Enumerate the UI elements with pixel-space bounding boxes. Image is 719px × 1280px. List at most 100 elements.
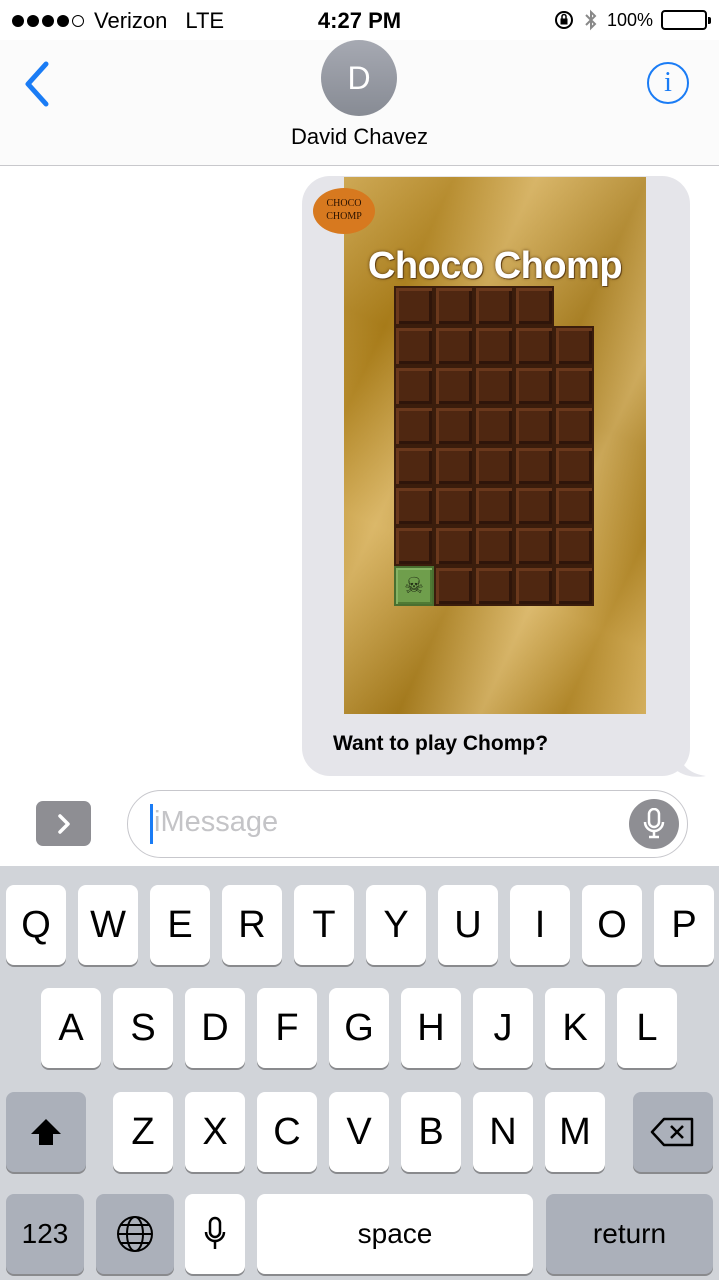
chocolate-square[interactable] — [554, 486, 594, 526]
chocolate-square[interactable] — [514, 526, 554, 566]
key-h[interactable]: H — [401, 988, 461, 1068]
key-a[interactable]: A — [41, 988, 101, 1068]
key-g[interactable]: G — [329, 988, 389, 1068]
avatar-initial: D — [347, 59, 371, 96]
shift-key[interactable] — [6, 1092, 86, 1172]
chocolate-square[interactable] — [514, 486, 554, 526]
shift-icon — [31, 1119, 61, 1145]
return-key[interactable]: return — [546, 1194, 713, 1274]
globe-key[interactable] — [96, 1194, 174, 1274]
chocolate-square[interactable] — [474, 446, 514, 486]
key-x[interactable]: X — [185, 1092, 245, 1172]
bubble-tail — [676, 752, 706, 777]
app-badge-word: CHOMP — [326, 211, 362, 222]
chocolate-square[interactable] — [514, 366, 554, 406]
key-u[interactable]: U — [438, 885, 498, 965]
info-icon: i — [664, 67, 672, 98]
chocolate-square[interactable] — [474, 486, 514, 526]
key-e[interactable]: E — [150, 885, 210, 965]
key-s[interactable]: S — [113, 988, 173, 1068]
battery-percent: 100% — [606, 9, 653, 30]
chocolate-square[interactable] — [434, 566, 474, 606]
back-button[interactable] — [20, 60, 56, 108]
chocolate-square[interactable] — [474, 566, 514, 606]
app-drawer-button[interactable] — [36, 801, 91, 846]
text-cursor — [150, 804, 153, 844]
contact-avatar[interactable]: D — [321, 40, 397, 116]
chocolate-square[interactable] — [474, 326, 514, 366]
chocolate-square[interactable] — [554, 326, 594, 366]
chocolate-square[interactable] — [474, 366, 514, 406]
bluetooth-icon — [585, 9, 597, 31]
battery-icon — [661, 10, 711, 30]
chocolate-square[interactable] — [394, 406, 434, 446]
key-m[interactable]: M — [545, 1092, 605, 1172]
key-y[interactable]: Y — [366, 885, 426, 965]
poison-square[interactable]: ☠ — [394, 566, 434, 606]
chocolate-square[interactable] — [514, 446, 554, 486]
chocolate-square[interactable] — [554, 526, 594, 566]
status-right: 100% — [553, 8, 711, 32]
chocolate-square[interactable] — [474, 406, 514, 446]
key-v[interactable]: V — [329, 1092, 389, 1172]
chocolate-square[interactable] — [514, 286, 554, 326]
key-p[interactable]: P — [654, 885, 714, 965]
chocolate-square[interactable] — [394, 366, 434, 406]
chocolate-square[interactable] — [434, 406, 474, 446]
chocolate-square[interactable] — [554, 406, 594, 446]
chocolate-square[interactable] — [554, 446, 594, 486]
chocolate-square[interactable] — [434, 326, 474, 366]
status-bar: Verizon LTE 4:27 PM 100% — [0, 0, 719, 40]
space-key[interactable]: space — [257, 1194, 533, 1274]
delete-key[interactable] — [633, 1092, 713, 1172]
key-q[interactable]: Q — [6, 885, 66, 965]
key-w[interactable]: W — [78, 885, 138, 965]
info-button[interactable]: i — [647, 62, 689, 104]
numbers-key[interactable]: 123 — [6, 1194, 84, 1274]
chocolate-square[interactable] — [434, 446, 474, 486]
key-j[interactable]: J — [473, 988, 533, 1068]
dictation-button[interactable] — [629, 799, 679, 849]
chocolate-square[interactable] — [394, 326, 434, 366]
chocolate-square[interactable] — [394, 526, 434, 566]
message-caption: Want to play Chomp? — [333, 732, 549, 755]
delete-icon — [650, 1117, 694, 1147]
key-t[interactable]: T — [294, 885, 354, 965]
keyboard: Q W E R T Y U I O P A S D F G H J K L Z X C V B N M 123 space return — [0, 866, 719, 1280]
key-l[interactable]: L — [617, 988, 677, 1068]
chocolate-square[interactable] — [394, 486, 434, 526]
key-d[interactable]: D — [185, 988, 245, 1068]
game-preview-image[interactable]: Choco Chomp ☠ — [344, 177, 646, 714]
rotation-lock-icon — [554, 11, 573, 29]
key-f[interactable]: F — [257, 988, 317, 1068]
dictation-key[interactable] — [185, 1194, 245, 1274]
chocolate-square[interactable] — [394, 286, 434, 326]
conversation-header: D David Chavez i — [0, 40, 719, 166]
key-n[interactable]: N — [473, 1092, 533, 1172]
chocolate-square[interactable] — [434, 286, 474, 326]
key-b[interactable]: B — [401, 1092, 461, 1172]
message-placeholder: iMessage — [154, 806, 279, 838]
chocolate-square[interactable] — [434, 366, 474, 406]
key-r[interactable]: R — [222, 885, 282, 965]
chocolate-square[interactable] — [474, 286, 514, 326]
chocolate-square[interactable] — [514, 566, 554, 606]
globe-icon — [117, 1216, 153, 1252]
key-o[interactable]: O — [582, 885, 642, 965]
chocolate-square[interactable] — [514, 326, 554, 366]
game-title: Choco Chomp — [367, 245, 623, 287]
chocolate-square[interactable] — [394, 446, 434, 486]
key-k[interactable]: K — [545, 988, 605, 1068]
microphone-icon — [643, 808, 665, 839]
key-z[interactable]: Z — [113, 1092, 173, 1172]
key-i[interactable]: I — [510, 885, 570, 965]
chevron-right-icon — [57, 813, 70, 834]
contact-name[interactable]: David Chavez — [0, 124, 719, 150]
chocolate-square[interactable] — [554, 366, 594, 406]
chocolate-square[interactable] — [514, 406, 554, 446]
chocolate-square[interactable] — [434, 486, 474, 526]
chocolate-square[interactable] — [474, 526, 514, 566]
chocolate-square[interactable] — [554, 566, 594, 606]
chocolate-square[interactable] — [434, 526, 474, 566]
key-c[interactable]: C — [257, 1092, 317, 1172]
